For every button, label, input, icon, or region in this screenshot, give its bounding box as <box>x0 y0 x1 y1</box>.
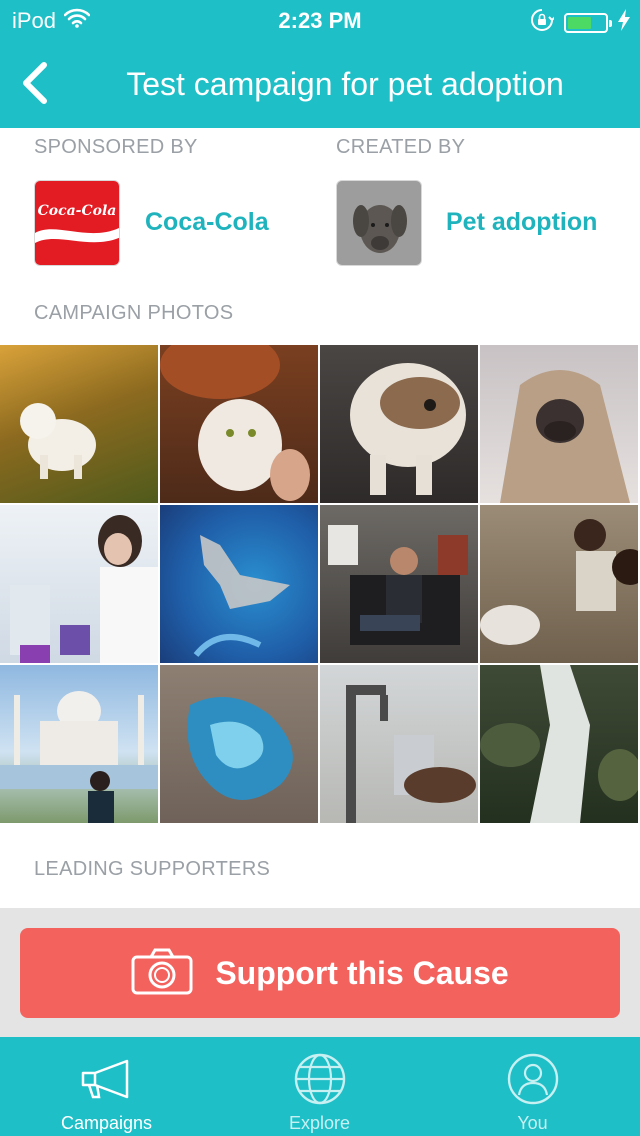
coca-cola-logo-text: Coca-Cola <box>37 203 117 219</box>
support-bar: Support this Cause <box>0 908 640 1037</box>
photo-tile-girl-cat[interactable] <box>160 345 318 503</box>
user-icon <box>507 1051 559 1107</box>
tab-bar: Campaigns Explore You <box>0 1037 640 1136</box>
sponsored-by-label: SPONSORED BY <box>34 136 198 158</box>
creator-name-link[interactable]: Pet adoption <box>446 208 597 237</box>
header: iPod 2:23 PM Test campaign for pet adopt… <box>0 0 640 128</box>
photo-tile-satellite-island[interactable] <box>160 505 318 663</box>
photo-tile-bulldog[interactable] <box>320 345 478 503</box>
camera-icon <box>131 947 193 1000</box>
sponsor-name-link[interactable]: Coca-Cola <box>145 208 269 237</box>
nav-bar: Test campaign for pet adoption <box>0 48 640 122</box>
photo-tile-waterfall[interactable] <box>480 665 638 823</box>
tab-campaigns[interactable]: Campaigns <box>0 1037 213 1136</box>
tab-campaigns-label: Campaigns <box>60 1113 153 1133</box>
photo-tile-taj-mahal[interactable] <box>0 665 158 823</box>
battery-icon <box>564 13 612 33</box>
charging-bolt-icon <box>618 9 630 37</box>
tab-explore[interactable]: Explore <box>213 1037 426 1136</box>
leading-supporters-label: LEADING SUPPORTERS <box>34 858 271 880</box>
rotation-lock-icon <box>530 8 556 38</box>
support-cause-label: Support this Cause <box>215 954 509 991</box>
photo-tile-white-dog[interactable] <box>0 345 158 503</box>
photo-tile-pug-blanket[interactable] <box>480 345 638 503</box>
chevron-left-icon <box>20 61 50 110</box>
globe-icon <box>294 1051 346 1107</box>
photo-tile-water-tap[interactable] <box>320 665 478 823</box>
photo-tile-lab-scientist[interactable] <box>0 505 158 663</box>
tab-you-label: You <box>517 1113 548 1133</box>
created-by-label: CREATED BY <box>336 136 466 158</box>
page-title: Test campaign for pet adoption <box>126 66 564 102</box>
photo-tile-man-chair[interactable] <box>320 505 478 663</box>
tab-you[interactable]: You <box>426 1037 639 1136</box>
photo-tile-children-water[interactable] <box>480 505 638 663</box>
status-right-group <box>530 8 630 38</box>
megaphone-icon <box>79 1051 135 1107</box>
status-bar: iPod 2:23 PM <box>0 0 640 40</box>
photo-tile-blue-lake[interactable] <box>160 665 318 823</box>
creator-avatar[interactable] <box>336 180 422 266</box>
photo-grid <box>0 345 640 823</box>
back-button[interactable] <box>10 58 60 112</box>
campaign-photos-label: CAMPAIGN PHOTOS <box>34 302 234 324</box>
support-cause-button[interactable]: Support this Cause <box>20 928 620 1018</box>
battery-fill <box>568 17 591 29</box>
tab-explore-label: Explore <box>288 1113 351 1133</box>
sponsor-logo[interactable]: Coca-Cola <box>34 180 120 266</box>
